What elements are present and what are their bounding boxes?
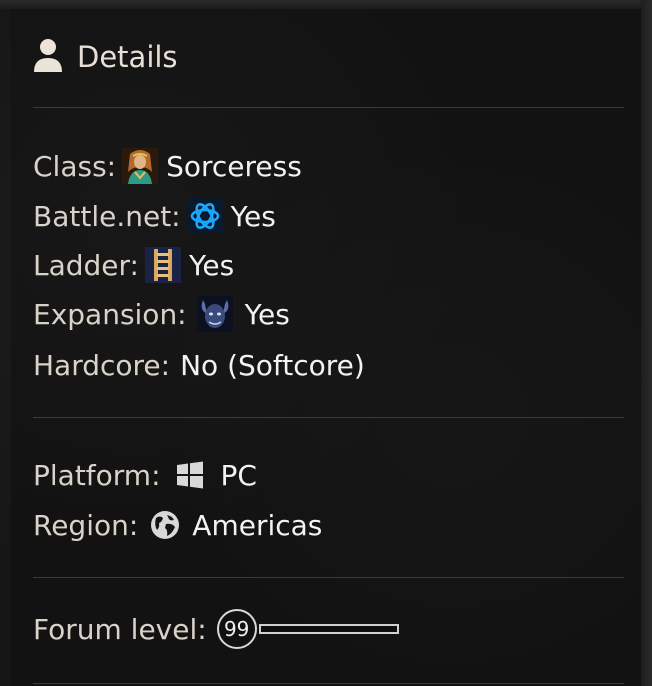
hardcore-row: Hardcore: No (Softcore) xyxy=(33,345,365,385)
platform-row: Platform: PC xyxy=(33,455,257,495)
battlenet-value: Yes xyxy=(230,199,276,233)
battlenet-logo-icon xyxy=(186,198,223,234)
platform-value: PC xyxy=(220,458,257,492)
user-icon xyxy=(33,38,63,76)
divider-4 xyxy=(33,683,624,684)
ladder-label: Ladder: xyxy=(33,248,139,282)
details-header: Details xyxy=(33,37,178,77)
forum-level-badge: 99 xyxy=(216,609,257,649)
battlenet-row: Battle.net: Yes xyxy=(33,196,276,236)
divider-1 xyxy=(33,107,624,108)
hardcore-value: No (Softcore) xyxy=(180,348,365,382)
hardcore-label: Hardcore: xyxy=(33,348,171,382)
class-value: Sorceress xyxy=(166,149,302,183)
globe-icon xyxy=(150,510,180,540)
forum-level-progress-bar xyxy=(258,624,399,634)
region-row: Region: Americas xyxy=(33,505,322,545)
ladder-value: Yes xyxy=(188,248,235,282)
page-frame: Details Class: Sorceress Battle.net: Yes… xyxy=(0,0,652,686)
divider-3 xyxy=(33,577,624,578)
divider-2 xyxy=(33,417,624,418)
region-value: Americas xyxy=(192,508,323,542)
sorceress-portrait-icon xyxy=(122,148,159,184)
ladder-icon xyxy=(144,247,181,283)
class-label: Class: xyxy=(33,149,117,183)
expansion-label: Expansion: xyxy=(33,297,187,331)
forum-level-value: 99 xyxy=(223,617,250,641)
forum-level-row: Forum level: 99 xyxy=(33,609,399,649)
windows-logo-icon xyxy=(175,460,205,490)
frame-border-top xyxy=(0,0,652,9)
expansion-row: Expansion: Yes xyxy=(33,294,290,334)
frame-border-right xyxy=(641,0,652,686)
expansion-value: Yes xyxy=(244,297,290,331)
battlenet-label: Battle.net: xyxy=(33,199,181,233)
ladder-row: Ladder: Yes xyxy=(33,245,234,285)
class-row: Class: Sorceress xyxy=(33,146,302,186)
region-label: Region: xyxy=(33,508,139,542)
platform-label: Platform: xyxy=(33,458,161,492)
expansion-demon-icon xyxy=(196,296,233,332)
panel-title: Details xyxy=(77,40,178,74)
forum-level-label: Forum level: xyxy=(33,612,207,646)
